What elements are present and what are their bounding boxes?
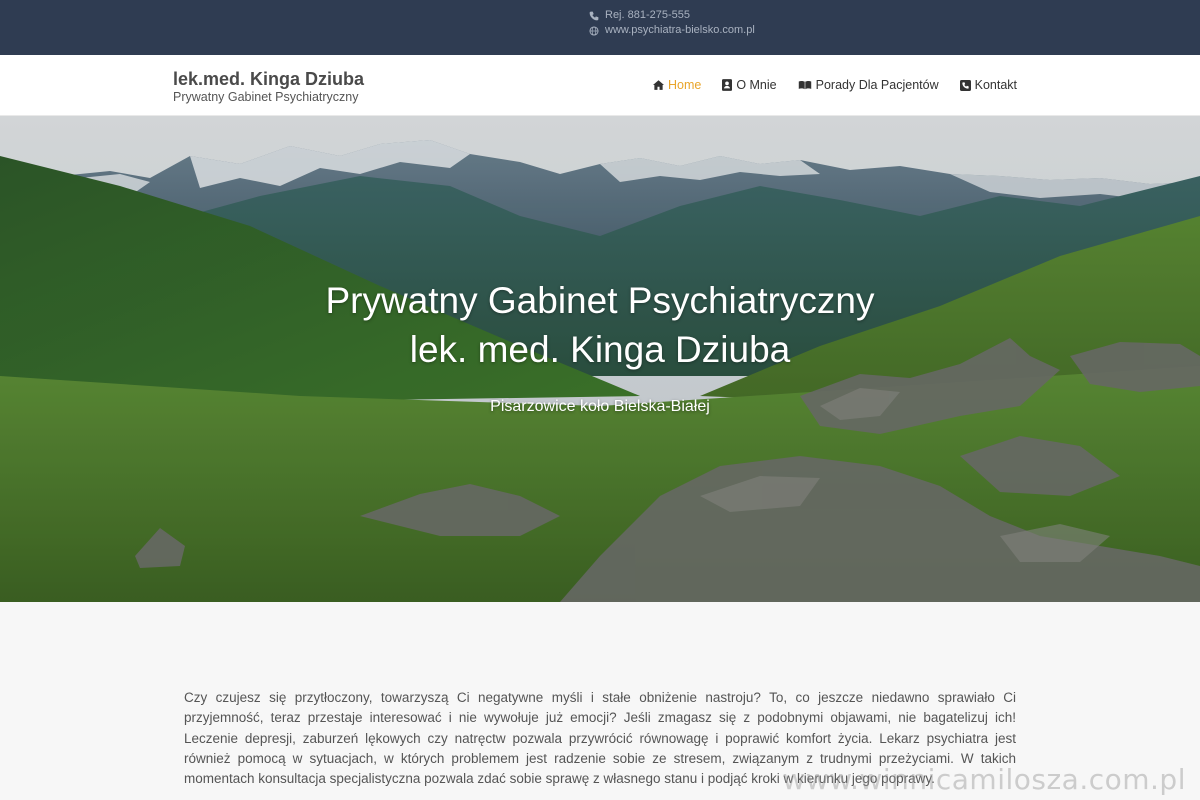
hero-banner: Prywatny Gabinet Psychiatryczny lek. med… — [0, 116, 1200, 602]
phone-square-icon — [959, 79, 971, 91]
hero-title-line1: Prywatny Gabinet Psychiatryczny — [325, 280, 875, 321]
brand-subtitle: Prywatny Gabinet Psychiatryczny — [173, 90, 359, 104]
main-nav: Home O Mnie Porady Dla Pacjentów Kontakt — [652, 78, 1017, 92]
globe-icon — [588, 25, 599, 36]
book-icon — [798, 80, 812, 90]
brand-name[interactable]: lek.med. Kinga Dziuba — [173, 69, 364, 90]
nav-item-o-mnie[interactable]: O Mnie — [722, 78, 777, 92]
hero-tagline: Pisarzowice koło Bielska-Białej — [490, 398, 710, 415]
hero-title-line2: lek. med. Kinga Dziuba — [409, 329, 791, 370]
nav-item-label: Porady Dla Pacjentów — [815, 78, 939, 92]
nav-item-porady[interactable]: Porady Dla Pacjentów — [798, 78, 939, 92]
nav-item-label: O Mnie — [736, 78, 777, 92]
contact-info: Rej. 881-275-555 www.psychiatra-bielsko.… — [588, 8, 755, 38]
phone-row: Rej. 881-275-555 — [588, 8, 755, 23]
site-header: lek.med. Kinga Dziuba Prywatny Gabinet P… — [0, 55, 1200, 116]
brand[interactable]: lek.med. Kinga Dziuba Prywatny Gabinet P… — [173, 69, 364, 105]
nav-item-home[interactable]: Home — [652, 78, 702, 92]
id-card-icon — [722, 79, 733, 91]
nav-item-label: Kontakt — [974, 78, 1017, 92]
watermark: www.winnicamilosza.com.pl — [782, 763, 1186, 796]
phone-icon — [588, 10, 599, 21]
home-icon — [652, 80, 664, 90]
website-row: www.psychiatra-bielsko.com.pl — [588, 23, 755, 38]
nav-item-label: Home — [667, 78, 702, 92]
phone-number[interactable]: Rej. 881-275-555 — [605, 8, 690, 23]
hero-title: Prywatny Gabinet Psychiatryczny lek. med… — [0, 276, 1200, 374]
top-bar: Rej. 881-275-555 www.psychiatra-bielsko.… — [0, 0, 1200, 55]
nav-item-kontakt[interactable]: Kontakt — [959, 78, 1017, 92]
website-link[interactable]: www.psychiatra-bielsko.com.pl — [605, 23, 755, 38]
